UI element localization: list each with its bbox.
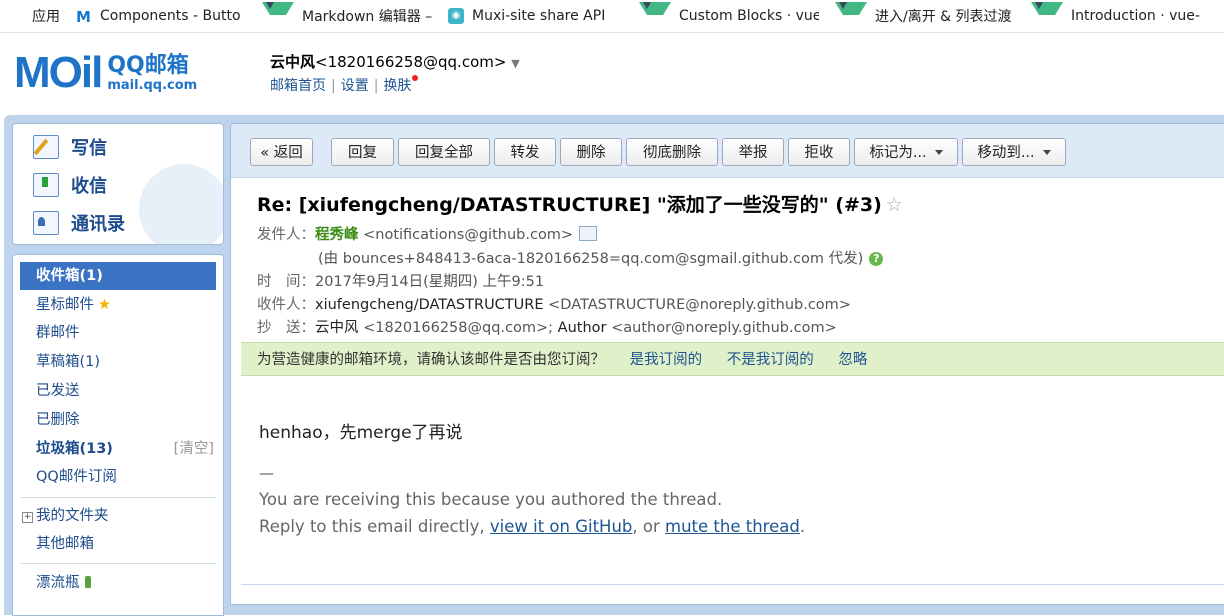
vue-icon (835, 1, 867, 31)
qq-mail-logo[interactable]: MOil QQ邮箱 mail.qq.com (14, 51, 197, 95)
delete-button[interactable]: 删除 (560, 138, 622, 166)
logo-url: mail.qq.com (107, 77, 198, 93)
sidebar-item-sent[interactable]: 已发送 (20, 377, 216, 405)
star-outline-icon[interactable]: ☆ (886, 194, 903, 216)
sidebar-item-group[interactable]: 群邮件 (20, 319, 216, 347)
recipient-email: <DATASTRUCTURE@noreply.github.com> (548, 297, 851, 313)
email-time: 2017年9月14日(星期四) 上午9:51 (315, 274, 545, 290)
sidebar-item-my-folders[interactable]: + 我的文件夹 (20, 502, 216, 530)
sidebar-item-spam[interactable]: 垃圾箱(13) [清空] (20, 435, 216, 463)
email-time-row: 时 间：2017年9月14日(星期四) 上午9:51 (257, 274, 545, 290)
notification-dot-icon (412, 75, 419, 81)
help-question-icon[interactable]: ? (869, 252, 884, 266)
recipient-name[interactable]: xiufengcheng/DATASTRUCTURE (315, 297, 544, 313)
user-name: 云中风 (270, 53, 316, 71)
compose-write[interactable]: 写信 (33, 134, 107, 160)
apps-grid-icon (8, 8, 24, 24)
bookmark-introduction[interactable]: Introduction · vue-lo (1023, 0, 1209, 32)
mark-as-dropdown[interactable]: 标记为... (854, 138, 958, 166)
receive-inbox-icon (33, 173, 59, 197)
expand-plus-icon[interactable]: + (22, 512, 33, 523)
reply-button[interactable]: 回复 (331, 138, 394, 166)
vue-icon (262, 1, 294, 31)
header-links: 邮箱首页 | 设置 | 换肤 (270, 75, 419, 95)
subscription-notice: 为营造健康的邮箱环境，请确认该邮件是否由您订阅？ 是我订阅的 不是我订阅的 忽略 (241, 342, 1224, 376)
cc-name[interactable]: Author (558, 320, 607, 336)
material-ui-icon: M (76, 8, 91, 26)
email-from-row: 发件人：程秀峰 <notifications@github.com> (257, 223, 598, 244)
sidebar-divider (20, 563, 216, 564)
content-divider (241, 584, 1224, 585)
dropdown-caret-icon (1042, 150, 1051, 155)
compose-receive[interactable]: 收信 (33, 172, 107, 198)
email-footer-line2: Reply to this email directly, view it on… (259, 517, 806, 536)
bookmark-custom-blocks[interactable]: Custom Blocks · vue (631, 0, 827, 32)
delete-permanently-button[interactable]: 彻底删除 (626, 138, 718, 166)
compose-contacts[interactable]: 通讯录 (33, 210, 125, 236)
vue-icon (1031, 1, 1063, 31)
sidebar-item-drafts[interactable]: 草稿箱(1) (20, 348, 216, 376)
email-via-row: (由 bounces+848413-6aca-1820166258=qq.com… (318, 247, 884, 268)
email-footer-line1: You are receiving this because you autho… (259, 490, 723, 509)
vcard-icon[interactable] (579, 226, 598, 241)
logo-mark: MOil (14, 48, 103, 97)
bookmarks-bar: 应用 M Components - Butto Markdown 编辑器 – ◉… (0, 0, 1224, 33)
contacts-card-icon (33, 211, 59, 235)
link-settings[interactable]: 设置 (341, 78, 369, 94)
sidebar-item-other-mail[interactable]: 其他邮箱 (20, 530, 216, 558)
penguin-watermark-icon (139, 164, 223, 244)
reject-button[interactable]: 拒收 (788, 138, 850, 166)
sender-email: <notifications@github.com> (363, 227, 574, 243)
link-mail-home[interactable]: 邮箱首页 (270, 78, 326, 94)
forward-button[interactable]: 转发 (494, 138, 556, 166)
view-on-github-link[interactable]: view it on GitHub (490, 517, 633, 536)
dropdown-caret-icon (934, 150, 943, 155)
vue-icon (639, 1, 671, 31)
cc-email: <1820166258@qq.com>; (363, 320, 554, 336)
cc-email: <author@noreply.github.com> (611, 320, 837, 336)
compose-panel: 写信 收信 通讯录 (12, 123, 224, 245)
bookmark-muxi-site[interactable]: ◉ Muxi-site share API (440, 0, 631, 32)
user-account[interactable]: 云中风<1820166258@qq.com> ▼ (270, 51, 520, 72)
star-icon: ★ (98, 297, 111, 313)
mail-header: MOil QQ邮箱 mail.qq.com 云中风<1820166258@qq.… (0, 33, 1224, 115)
cc-name[interactable]: 云中风 (315, 320, 359, 336)
notice-no-link[interactable]: 不是我订阅的 (727, 352, 814, 368)
folder-sidebar: 收件箱(1) 星标邮件 ★ 群邮件 草稿箱(1) 已发送 已删除 垃圾箱(13)[… (12, 254, 224, 616)
user-email: <1820166258@qq.com> (315, 53, 507, 71)
write-pen-icon (33, 135, 59, 159)
email-body: henhao，先merge了再说 (259, 423, 463, 443)
logo-title: QQ邮箱 (107, 52, 189, 78)
mute-thread-link[interactable]: mute the thread (665, 517, 800, 536)
clear-spam-link[interactable]: [清空] (174, 435, 214, 463)
move-to-dropdown[interactable]: 移动到... (962, 138, 1066, 166)
back-button[interactable]: « 返回 (250, 138, 313, 166)
link-change-skin[interactable]: 换肤 (383, 78, 411, 94)
bookmark-apps[interactable]: 应用 (0, 0, 68, 32)
bookmark-markdown-editor[interactable]: Markdown 编辑器 – (254, 0, 440, 32)
email-to-row: 收件人：xiufengcheng/DATASTRUCTURE <DATASTRU… (257, 297, 851, 313)
sidebar-item-drift-bottle[interactable]: 漂流瓶 (20, 569, 216, 597)
reply-all-button[interactable]: 回复全部 (398, 138, 490, 166)
sender-name[interactable]: 程秀峰 (315, 227, 359, 243)
notice-yes-link[interactable]: 是我订阅的 (630, 352, 703, 368)
caret-down-icon[interactable]: ▼ (511, 57, 519, 70)
bottle-icon (84, 576, 91, 588)
mail-toolbar: « 返回 回复 回复全部 转发 删除 彻底删除 举报 拒收 标记为... 移动到… (231, 124, 1224, 178)
email-subject: Re: [xiufengcheng/DATASTRUCTURE] "添加了一些没… (257, 194, 903, 216)
bookmark-transitions[interactable]: 进入/离开 & 列表过渡 (827, 0, 1023, 32)
signature-dash: — (259, 464, 274, 482)
mail-reader: « 返回 回复 回复全部 转发 删除 彻底删除 举报 拒收 标记为... 移动到… (230, 123, 1224, 605)
notice-ignore-link[interactable]: 忽略 (838, 352, 867, 368)
bookmark-components[interactable]: M Components - Butto (68, 0, 254, 32)
sidebar-divider (20, 497, 216, 498)
email-cc-row: 抄 送：云中风 <1820166258@qq.com>; Author <aut… (257, 320, 837, 336)
sidebar-item-deleted[interactable]: 已删除 (20, 406, 216, 434)
sidebar-item-inbox[interactable]: 收件箱(1) (20, 262, 216, 290)
report-button[interactable]: 举报 (722, 138, 784, 166)
sidebar-item-subscriptions[interactable]: QQ邮件订阅 (20, 463, 216, 491)
muxi-icon: ◉ (448, 8, 464, 24)
sidebar-item-starred[interactable]: 星标邮件 ★ (20, 291, 216, 319)
